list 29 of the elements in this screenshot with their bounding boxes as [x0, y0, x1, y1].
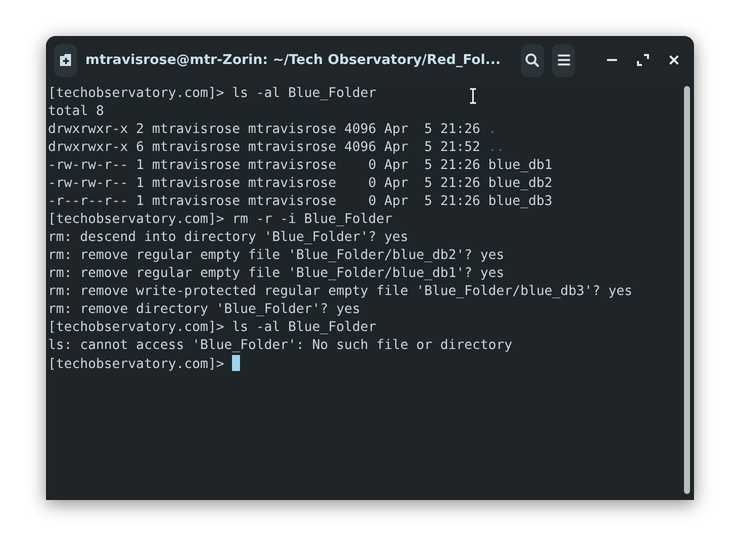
- menu-button[interactable]: [552, 44, 576, 76]
- terminal-line: [techobservatory.com]> rm -r -i Blue_Folder: [48, 211, 392, 229]
- terminal-line: -rw-rw-r-- 1 mtravisrose mtravisrose 0 Apr 5 21:26 blue_db2: [48, 175, 552, 193]
- search-icon: [524, 52, 540, 68]
- terminal-line: [techobservatory.com]> ls -al Blue_Folder: [48, 319, 376, 337]
- new-tab-icon: [58, 53, 74, 67]
- terminal-line: rm: remove regular empty file 'Blue_Folder/blue_db2'? yes: [48, 247, 504, 265]
- text-cursor-icon: [469, 88, 477, 104]
- terminal-line: -rw-rw-r-- 1 mtravisrose mtravisrose 0 Apr 5 21:26 blue_db1: [48, 157, 552, 175]
- terminal-line: rm: remove write-protected regular empty file 'Blue_Folder/blue_db3'? yes: [48, 283, 632, 301]
- terminal-line: ls: cannot access 'Blue_Folder': No such file or directory: [48, 337, 512, 355]
- terminal-line: total 8: [48, 103, 104, 121]
- scrollbar[interactable]: [684, 86, 690, 494]
- new-tab-button[interactable]: [54, 44, 78, 76]
- terminal-line: drwxrwxr-x 6 mtravisrose mtravisrose 4096 Apr 5 21:52 ..: [48, 139, 504, 157]
- block-cursor: [232, 355, 240, 371]
- terminal-line: rm: remove directory 'Blue_Folder'? yes: [48, 301, 360, 319]
- terminal-line: rm: remove regular empty file 'Blue_Folder/blue_db1'? yes: [48, 265, 504, 283]
- terminal-line: -r--r--r-- 1 mtravisrose mtravisrose 0 Apr 5 21:26 blue_db3: [48, 193, 552, 211]
- terminal-line: [techobservatory.com]> ls -al Blue_Folder: [48, 85, 376, 103]
- terminal-line: rm: descend into directory 'Blue_Folder'? yes: [48, 229, 408, 247]
- close-icon: [669, 55, 680, 65]
- window-title: mtravisrose@mtr-Zorin: ~/Tech Observatory/Red_Fol...: [85, 52, 502, 68]
- maximize-icon: [636, 54, 649, 66]
- terminal-line: [techobservatory.com]>: [48, 355, 240, 373]
- search-button[interactable]: [520, 44, 544, 76]
- minimize-icon: [606, 59, 617, 61]
- menu-icon: [558, 54, 570, 66]
- terminal-line: drwxrwxr-x 2 mtravisrose mtravisrose 4096 Apr 5 21:26 .: [48, 121, 496, 139]
